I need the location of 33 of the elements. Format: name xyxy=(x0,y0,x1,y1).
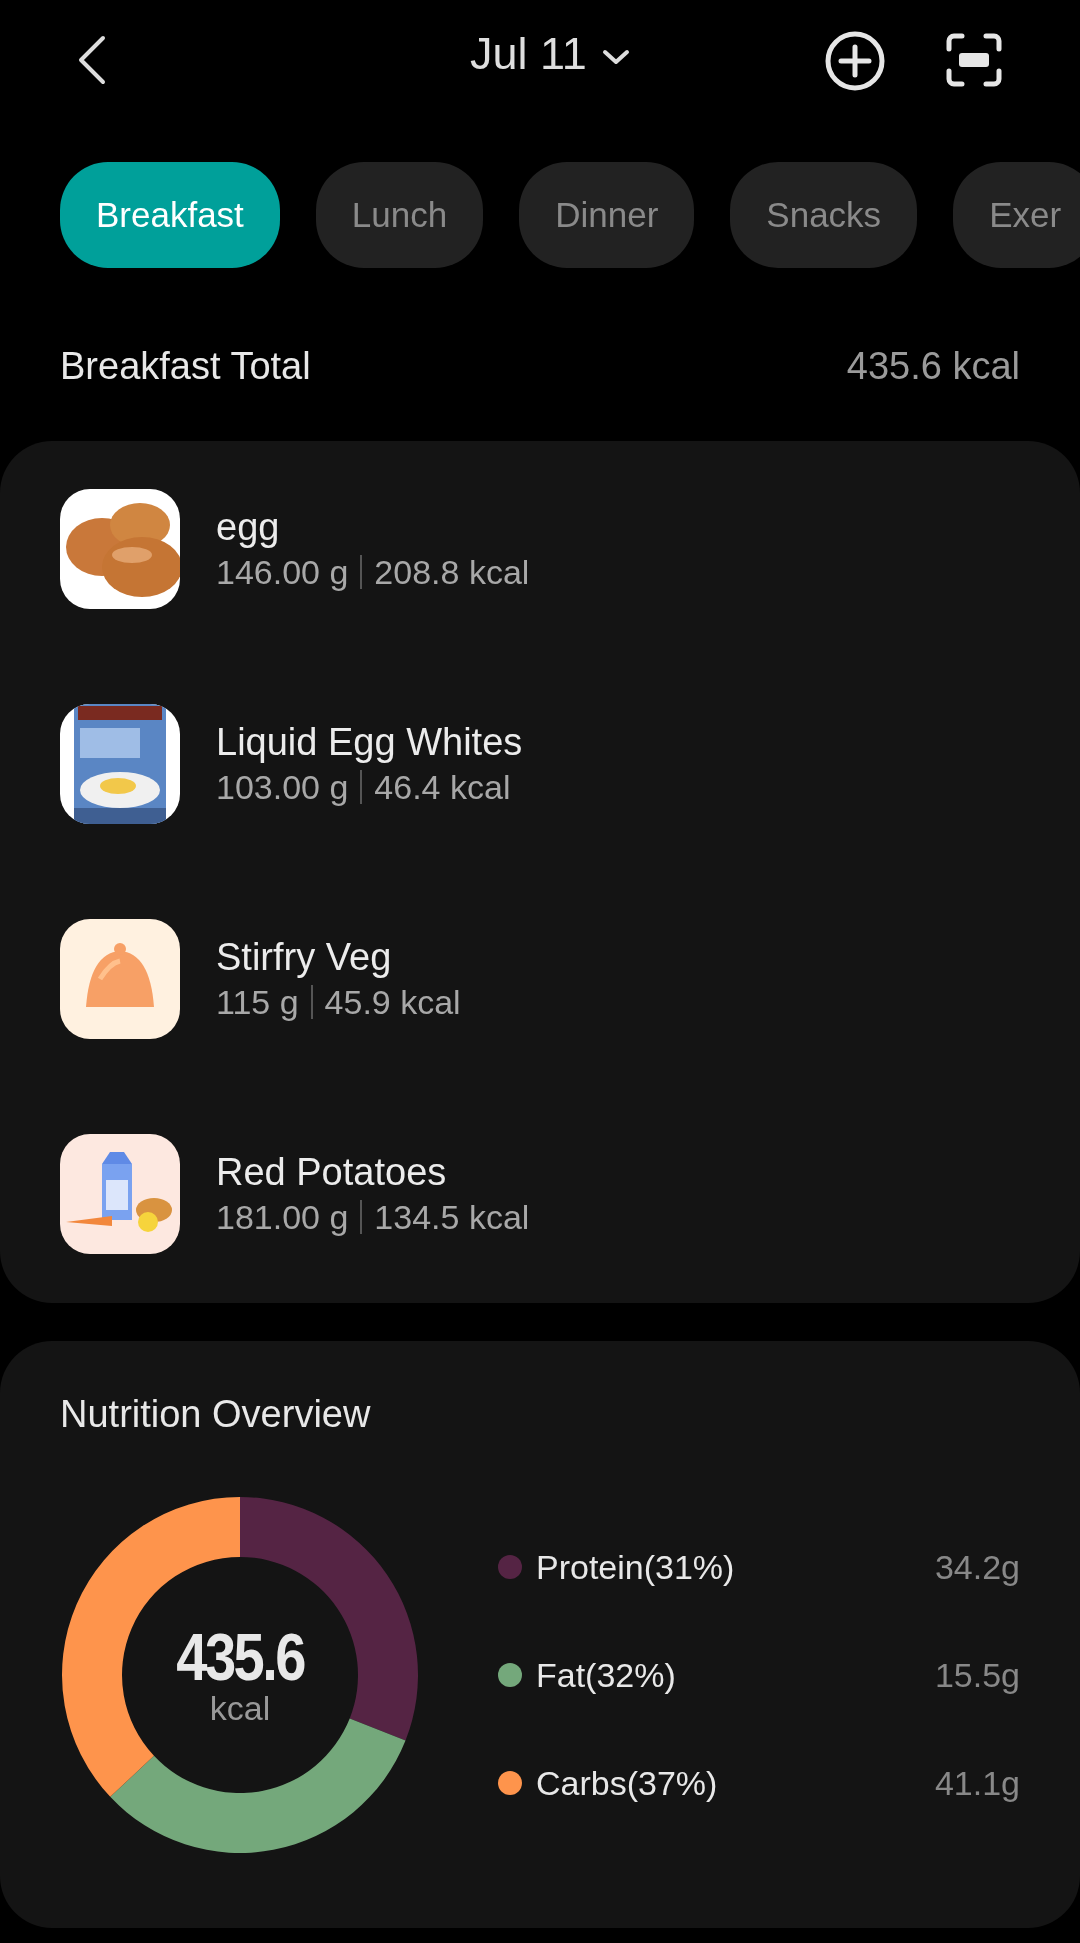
food-weight: 146.00 g xyxy=(216,552,349,593)
legend-amount: 15.5g xyxy=(934,1655,1020,1695)
food-name: Red Potatoes xyxy=(216,1150,448,1195)
food-name: Liquid Egg Whites xyxy=(216,720,523,765)
total-kcal: 435.6 xyxy=(176,1624,304,1690)
meal-tab[interactable]: Breakfast xyxy=(60,162,280,268)
caret-icon xyxy=(600,47,631,67)
legend-label: Carbs(37%) xyxy=(536,1763,719,1803)
kcal-unit: kcal xyxy=(209,1690,271,1726)
card-title: Nutrition Overview xyxy=(60,1392,372,1437)
legend-label: Protein(31%) xyxy=(536,1547,736,1587)
scan-icon[interactable] xyxy=(946,33,1002,87)
meal-tab[interactable]: Exer xyxy=(953,162,1080,268)
date-dropdown[interactable]: Jul 11 xyxy=(470,28,631,80)
food-kcal: 134.5 kcal xyxy=(374,1197,530,1238)
meal-tab[interactable]: Lunch xyxy=(315,162,484,268)
meal-tab[interactable]: Snacks xyxy=(730,162,918,268)
food-name: Stirfry Veg xyxy=(216,935,393,980)
food-kcal: 45.9 kcal xyxy=(324,982,461,1023)
add-icon[interactable] xyxy=(825,31,885,91)
back-icon[interactable] xyxy=(77,35,107,85)
meal-total-label: Breakfast Total xyxy=(60,345,311,388)
food-kcal: 46.4 kcal xyxy=(374,767,511,808)
legend-amount: 34.2g xyxy=(934,1547,1020,1587)
food-weight: 181.00 g xyxy=(216,1197,349,1238)
food-name: egg xyxy=(216,505,281,550)
legend-label: Fat(32%) xyxy=(536,1655,677,1695)
food-weight: 103.00 g xyxy=(216,767,349,808)
legend-amount: 41.1g xyxy=(934,1763,1020,1803)
food-weight: 115 g xyxy=(216,982,299,1023)
meal-total-kcal: 435.6 kcal xyxy=(846,345,1020,388)
meal-tab[interactable]: Dinner xyxy=(519,162,695,268)
food-kcal: 208.8 kcal xyxy=(374,552,530,593)
